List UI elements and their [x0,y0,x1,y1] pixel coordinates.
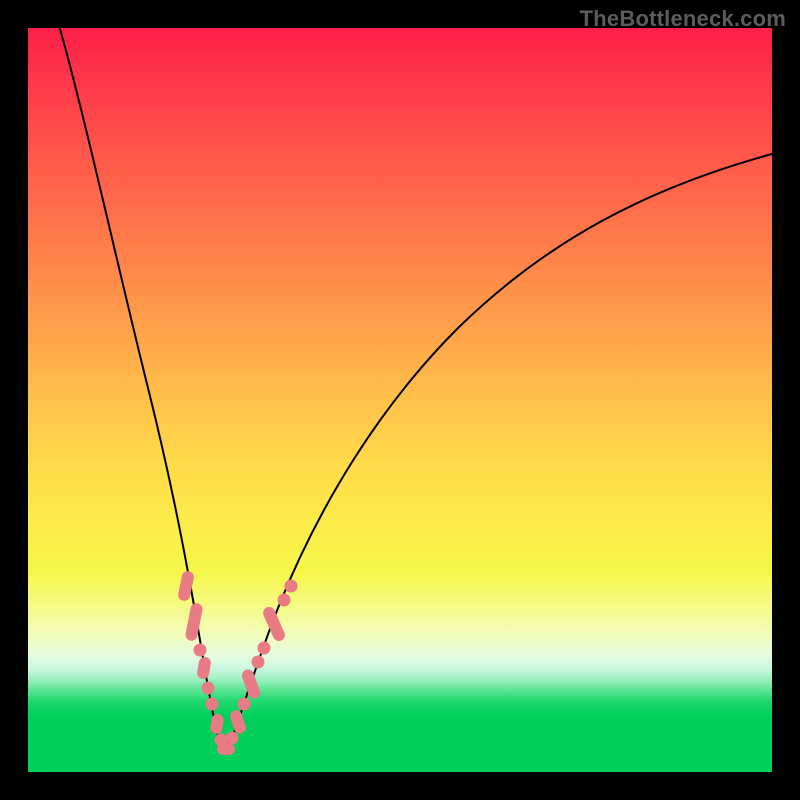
watermark-text: TheBottleneck.com [580,6,786,32]
curve-left-branch [58,28,224,748]
chart-frame: TheBottleneck.com [0,0,800,800]
plot-area [28,28,772,772]
marker-cluster [177,570,297,755]
curve-svg [28,28,772,772]
curve-right-branch [227,154,772,748]
